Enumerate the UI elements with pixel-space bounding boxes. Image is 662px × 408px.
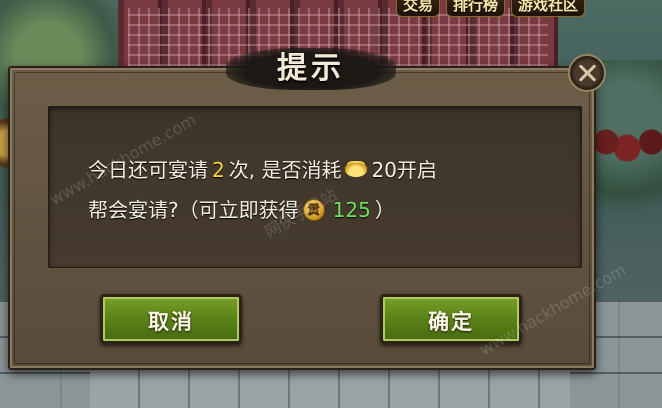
dialog-title: 提示	[277, 51, 345, 86]
cancel-button[interactable]: 取消	[100, 294, 242, 344]
gold-ingot-icon	[345, 163, 368, 177]
message-text: 帮会宴请?（可立即获得	[88, 198, 299, 222]
message-text: ）	[374, 198, 395, 222]
top-menu: 交易 排行榜 游戏社区	[396, 0, 586, 17]
contribution-coin-icon	[302, 199, 325, 221]
dialog-message: 今日还可宴请 2 次, 是否消耗 20开启 帮会宴请?（可立即获得 125 ）	[88, 150, 558, 230]
message-text: 次, 是否消耗	[228, 158, 342, 182]
scene-wall	[90, 370, 570, 408]
message-line-2: 帮会宴请?（可立即获得 125 ）	[88, 190, 558, 230]
reward-value: 125	[332, 198, 371, 222]
message-text: 今日还可宴请	[88, 158, 208, 182]
cost-value: 20开启	[371, 158, 437, 182]
close-icon[interactable]	[568, 54, 606, 92]
message-line-1: 今日还可宴请 2 次, 是否消耗 20开启	[88, 150, 558, 190]
confirm-button[interactable]: 确定	[380, 294, 522, 344]
remaining-count: 2	[212, 158, 225, 182]
menu-community[interactable]: 游戏社区	[511, 0, 586, 17]
menu-ranking[interactable]: 排行榜	[446, 0, 506, 17]
menu-trade[interactable]: 交易	[396, 0, 441, 17]
scene-drums	[592, 112, 662, 172]
